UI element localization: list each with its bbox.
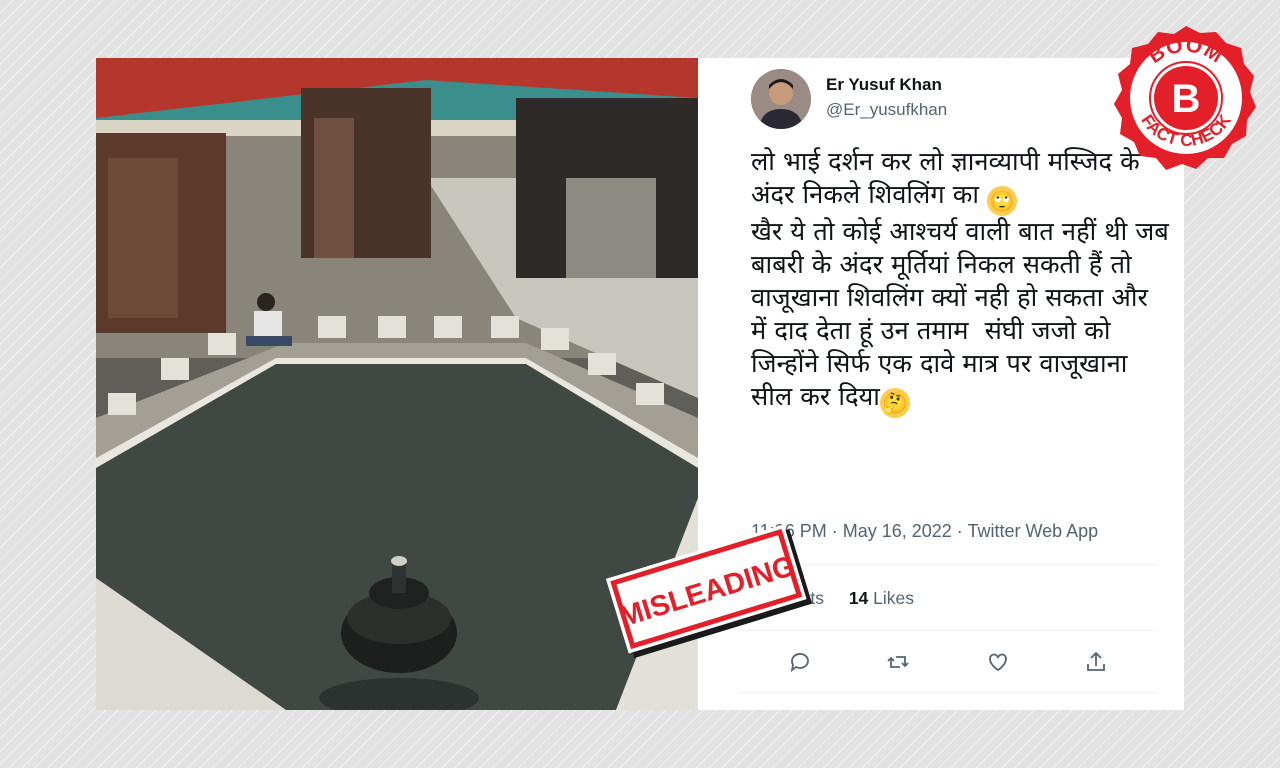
divider (738, 630, 1158, 631)
boom-fact-check-badge: BOOM B FACT CHECK (1112, 24, 1260, 172)
thinking-emoji-icon: 🤔 (879, 388, 910, 418)
reply-icon[interactable] (788, 650, 812, 674)
tweet-timestamp[interactable]: 11:36 PM · May 16, 2022 · Twitter Web Ap… (751, 521, 1098, 542)
author-handle[interactable]: @Er_yusufkhan (826, 100, 947, 120)
share-icon[interactable] (1084, 650, 1108, 674)
divider (738, 692, 1158, 693)
badge-letter: B (1172, 77, 1201, 121)
tweet-text-part-1: लो भाई दर्शन कर लो ज्ञानव्यापी मस्जिद के… (751, 147, 1148, 210)
tweet-text: लो भाई दर्शन कर लो ज्ञानव्यापी मस्जिद के… (751, 146, 1171, 418)
tank-photo (96, 58, 698, 710)
avatar[interactable] (751, 69, 811, 129)
tweet-actions (788, 650, 1118, 674)
tweet-text-part-2: खैर ये तो कोई आश्चर्य वाली बात नहीं थी ज… (751, 217, 1177, 412)
author-name[interactable]: Er Yusuf Khan (826, 75, 942, 95)
likes-stat[interactable]: 14 Likes (849, 588, 914, 609)
retweet-icon[interactable] (886, 650, 910, 674)
eye-roll-emoji-icon: 🙄 (987, 186, 1018, 216)
like-icon[interactable] (986, 650, 1010, 674)
